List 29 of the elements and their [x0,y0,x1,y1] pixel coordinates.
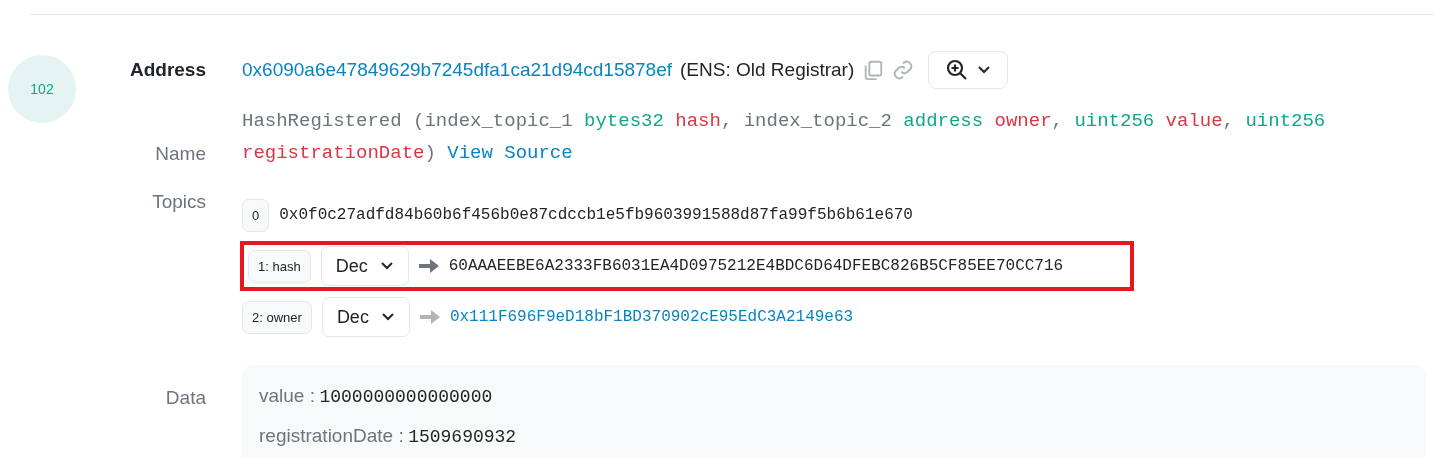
chevron-down-icon [977,65,992,75]
copy-icon[interactable] [862,59,885,81]
chevron-down-icon [380,312,395,322]
topic-value: 60AAAEEBE6A2333FB6031EA4D0975212E4BDC6D64DFEBC826B5CF85EE70CC716 [448,257,1064,275]
address-link[interactable]: 0x6090a6e47849629b7245dfa1ca21d94cd15878ef [242,59,673,81]
chevron-down-icon [379,261,394,271]
topic-address-link[interactable]: 0x111F696F9eD18bF1BD370902cE95EdC3A2149e63 [449,308,854,326]
field-label: Data [165,386,206,409]
data-field-value: 1509690932 [408,427,517,447]
format-dropdown[interactable]: Dec [321,297,410,337]
view-source-link[interactable]: View Source [447,142,573,164]
zoom-menu-button[interactable] [928,51,1009,89]
data-field-name: value : [259,385,315,406]
event-signature: HashRegistered (index_topic_1 bytes32 hash, index_topic_2 address owner, uint256 value, uint256 registrationDate) View Source [242,109,1327,166]
link-icon[interactable] [892,59,915,81]
log-index-badge: 102 [8,55,76,123]
arrow-icon [419,310,440,324]
arrow-icon [418,259,439,273]
field-label: Address [129,59,206,81]
topic-index-badge: 1: hash [248,249,311,283]
format-dropdown[interactable]: Dec [320,246,409,286]
topic-index-badge: 2: owner [242,300,312,334]
topic-value: 0x0f0c27adfd84b60b6f456b0e87cdccb1e5fb9603991588d87fa99f5b6b61e670 [279,206,913,224]
data-field-name: registrationDate : [259,425,404,446]
topic-index-badge: 0 [242,198,270,232]
data-field-value: 1000000000000000 [319,387,493,407]
field-label: Topics [152,190,206,213]
field-label: Name [155,143,206,166]
ens-name: (ENS: Old Registrar) [680,59,855,81]
